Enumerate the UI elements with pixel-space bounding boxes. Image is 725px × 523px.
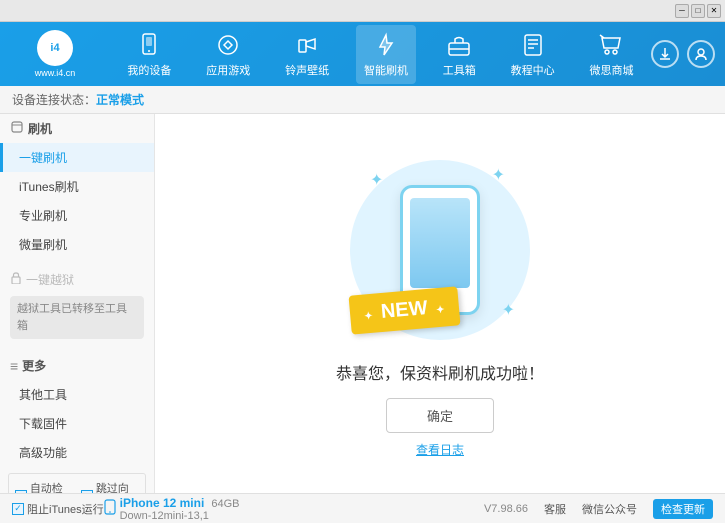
- device-phone-icon: [104, 499, 116, 518]
- status-label: 设备连接状态：: [12, 91, 96, 108]
- sparkle-3: ✦: [502, 300, 515, 320]
- toolbox-icon: [445, 31, 473, 59]
- sidebar-item-save-flash[interactable]: 微量刷机: [0, 230, 154, 259]
- sparkle-1: ✦: [370, 170, 383, 190]
- maximize-button[interactable]: □: [691, 4, 705, 18]
- nav-items: 我的设备 应用游戏 铃声壁纸: [110, 25, 651, 84]
- device-info-area: iPhone 12 mini 64GB Down-12mini-13,1: [104, 496, 240, 522]
- weibo-shop-icon: [597, 31, 625, 59]
- itunes-flash-label: iTunes刷机: [19, 180, 79, 194]
- nav-toolbox[interactable]: 工具箱: [435, 25, 484, 84]
- device-name: iPhone 12 mini: [120, 496, 205, 510]
- jailbreak-notice: 越狱工具已转移至工具箱: [10, 296, 144, 339]
- bottom-bar: ✓ 阻止iTunes运行 iPhone 12 mini 64GB Down-12…: [0, 493, 725, 523]
- user-button[interactable]: [687, 40, 715, 68]
- nav-weibo-shop[interactable]: 微思商城: [581, 25, 641, 84]
- bottom-right: V7.98.66 客服 微信公众号 检查更新: [484, 499, 713, 519]
- nav-toolbox-label: 工具箱: [443, 62, 476, 78]
- sidebar-item-other-tools[interactable]: 其他工具: [0, 380, 154, 409]
- sidebar-section-jailbreak: 一键越狱: [0, 267, 154, 292]
- device-firmware: Down-12mini-13,1: [120, 510, 240, 522]
- sidebar-section-flash: 刷机: [0, 114, 154, 143]
- flash-section-icon: [10, 120, 24, 137]
- nav-my-device-label: 我的设备: [127, 62, 171, 78]
- sidebar-item-pro-flash[interactable]: 专业刷机: [0, 201, 154, 230]
- pro-flash-label: 专业刷机: [19, 209, 67, 223]
- ringtones-icon: [293, 31, 321, 59]
- sparkle-2: ✦: [492, 165, 505, 185]
- nav-my-device[interactable]: 我的设备: [119, 25, 179, 84]
- wechat-official-link[interactable]: 微信公众号: [582, 501, 637, 517]
- sidebar-item-download-firmware[interactable]: 下载固件: [0, 409, 154, 438]
- sidebar-section-more: ≡ 更多: [0, 351, 154, 380]
- phone-screen: [410, 198, 470, 288]
- sidebar-item-advanced[interactable]: 高级功能: [0, 438, 154, 467]
- itunes-check-icon: ✓: [12, 503, 24, 515]
- flash-section-label: 刷机: [28, 120, 52, 137]
- save-flash-label: 微量刷机: [19, 238, 67, 252]
- sidebar-item-itunes-flash[interactable]: iTunes刷机: [0, 172, 154, 201]
- one-click-flash-label: 一键刷机: [19, 151, 67, 165]
- status-bar: 设备连接状态： 正常模式: [0, 86, 725, 114]
- sidebar: 刷机 一键刷机 iTunes刷机 专业刷机 微量刷机 一键越狱 越狱工具已转移至…: [0, 114, 155, 493]
- device-storage: 64GB: [211, 498, 239, 510]
- skip-wizard-checkbox[interactable]: ✓ 跳过向导: [81, 480, 139, 493]
- advanced-label: 高级功能: [19, 446, 67, 460]
- version-text: V7.98.66: [484, 503, 528, 515]
- nav-smart-flash-label: 智能刷机: [364, 62, 408, 78]
- lock-icon: [10, 272, 22, 287]
- sidebar-item-one-click-flash[interactable]: 一键刷机: [0, 143, 154, 172]
- smart-flash-icon: [372, 31, 400, 59]
- device-details: iPhone 12 mini 64GB Down-12mini-13,1: [120, 496, 240, 522]
- window-controls[interactable]: ─ □ ✕: [675, 4, 721, 18]
- new-badge-text: NEW: [380, 297, 428, 323]
- minimize-button[interactable]: ─: [675, 4, 689, 18]
- nav-right-buttons: [651, 40, 715, 68]
- logo-icon: i4: [37, 30, 73, 66]
- download-button[interactable]: [651, 40, 679, 68]
- main-area: ✦ ✦ ✦ NEW 恭喜您，保资料刷机成功啦！ 确定 查看日志: [155, 114, 725, 493]
- nav-smart-flash[interactable]: 智能刷机: [356, 25, 416, 84]
- success-text: 恭喜您，保资料刷机成功啦！: [336, 360, 544, 384]
- bottom-left: ✓ 阻止iTunes运行: [12, 501, 104, 517]
- check-update-button[interactable]: 检查更新: [653, 499, 713, 519]
- other-tools-label: 其他工具: [19, 388, 67, 402]
- download-firmware-label: 下载固件: [19, 417, 67, 431]
- main-content: 刷机 一键刷机 iTunes刷机 专业刷机 微量刷机 一键越狱 越狱工具已转移至…: [0, 114, 725, 493]
- confirm-button[interactable]: 确定: [386, 398, 494, 433]
- skip-wizard-label: 跳过向导: [96, 480, 139, 493]
- app-games-icon: [214, 31, 242, 59]
- auto-detect-checkbox[interactable]: ✓ 自动检测: [15, 480, 73, 493]
- nav-app-games[interactable]: 应用游戏: [198, 25, 258, 84]
- close-button[interactable]: ✕: [707, 4, 721, 18]
- logo-text: www.i4.cn: [35, 68, 76, 78]
- more-section-label: 更多: [22, 357, 46, 374]
- nav-weibo-shop-label: 微思商城: [589, 62, 633, 78]
- more-section-icon: ≡: [10, 358, 18, 374]
- phone-illustration: ✦ ✦ ✦ NEW: [340, 150, 540, 350]
- skip-wizard-check-icon: ✓: [81, 490, 93, 493]
- tutorial-icon: [519, 31, 547, 59]
- sidebar-checkboxes: ✓ 自动检测 ✓ 跳过向导: [15, 478, 139, 493]
- logo-area: i4 www.i4.cn: [10, 30, 100, 78]
- nav-ringtones[interactable]: 铃声壁纸: [277, 25, 337, 84]
- nav-ringtones-label: 铃声壁纸: [285, 62, 329, 78]
- itunes-checkbox[interactable]: ✓ 阻止iTunes运行: [12, 501, 104, 517]
- nav-app-games-label: 应用游戏: [206, 62, 250, 78]
- title-bar: ─ □ ✕: [0, 0, 725, 22]
- success-content: ✦ ✦ ✦ NEW 恭喜您，保资料刷机成功啦！ 确定 查看日志: [336, 150, 544, 458]
- nav-tutorial-label: 教程中心: [511, 62, 555, 78]
- my-device-icon: [135, 31, 163, 59]
- top-nav: i4 www.i4.cn 我的设备 应用游戏: [0, 22, 725, 86]
- status-value: 正常模式: [96, 91, 144, 108]
- itunes-checkbox-label: 阻止iTunes运行: [27, 501, 104, 517]
- auto-detect-label: 自动检测: [30, 480, 73, 493]
- customer-service-link[interactable]: 客服: [544, 501, 566, 517]
- jailbreak-section-label: 一键越狱: [26, 271, 74, 288]
- nav-tutorial[interactable]: 教程中心: [503, 25, 563, 84]
- view-log-link[interactable]: 查看日志: [416, 441, 464, 458]
- auto-detect-check-icon: ✓: [15, 490, 27, 493]
